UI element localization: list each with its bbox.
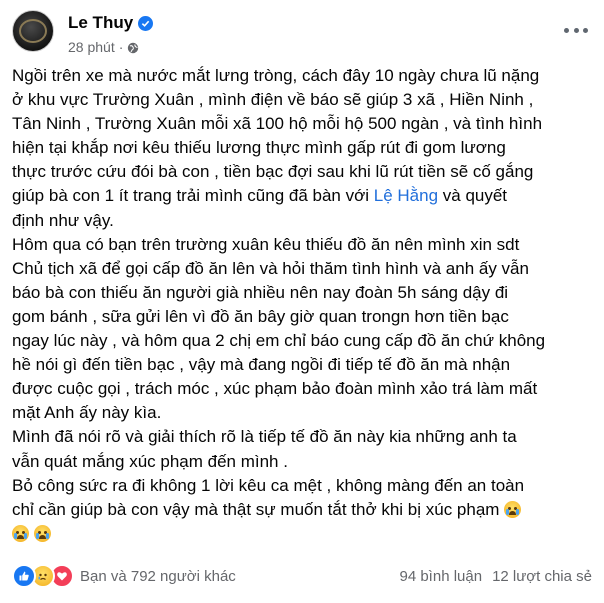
reactions-summary[interactable]: Bạn và 792 người khác — [12, 564, 236, 588]
post-meta: 28 phút · — [68, 38, 139, 56]
author-name[interactable]: Le Thuy — [68, 13, 133, 33]
reactions-count[interactable]: Bạn và 792 người khác — [80, 568, 236, 585]
crying-face-icon — [12, 524, 29, 542]
text-line: ngay lúc này , và hôm qua 2 chị em chỉ b… — [12, 331, 546, 351]
text-line: gom bánh , sữa gửi lên vì đồ ăn bây giờ … — [12, 306, 509, 326]
text-line: thực trước cứu đói bà con , tiền bạc đợi… — [12, 162, 534, 182]
verified-badge-icon — [138, 15, 154, 31]
meta-separator: · — [118, 39, 124, 55]
text-line: báo bà con thiếu ăn người già nhiều nên … — [12, 282, 509, 302]
dot-icon — [573, 27, 579, 33]
text-line: Ngồi trên xe mà nước mắt lưng tròng, các… — [12, 66, 540, 85]
text-line: Chủ tịch xã để gọi cấp đồ ăn lên và hỏi … — [12, 258, 529, 278]
paragraph-1: Ngồi trên xe mà nước mắt lưng tròng, các… — [12, 64, 598, 233]
text-line: và quyết — [438, 186, 508, 206]
comments-count[interactable]: 94 bình luận — [399, 568, 482, 585]
text-line: mặt Anh ấy này kìa. — [12, 403, 162, 423]
post-footer: Bạn và 792 người khác 94 bình luận 12 lư… — [12, 562, 592, 590]
globe-icon[interactable] — [127, 41, 139, 54]
text-line: vẫn quát mắng xúc phạm đến mình . — [12, 451, 288, 471]
text-line: hiện tại khắp nơi kêu thiếu lương thực m… — [12, 138, 506, 158]
more-options-button[interactable] — [564, 22, 588, 38]
shares-count[interactable]: 12 lượt chia sẻ — [492, 568, 592, 585]
crying-face-icon — [33, 524, 51, 542]
text-line: giúp bà con 1 ít trang trải mình cũng đã… — [12, 186, 374, 206]
avatar[interactable] — [12, 10, 54, 52]
text-line: ở khu vực Trường Xuân , mình điện về báo… — [12, 90, 534, 110]
mention-link[interactable]: Lệ Hằng — [374, 186, 438, 205]
paragraph-2: Hôm qua có bạn trên trường xuân kêu thiế… — [12, 233, 598, 426]
text-line: Tân Ninh , Trường Xuân mỗi xã 100 hộ mỗi… — [12, 114, 543, 134]
text-line: định như vậy. — [12, 210, 114, 230]
paragraph-3: Mình đã nói rõ và giải thích rõ là tiếp … — [12, 425, 598, 473]
dot-icon — [564, 27, 569, 33]
post-time[interactable]: 28 phút — [68, 39, 115, 55]
text-line: được cuộc gọi , trách móc , xúc phạm bảo… — [12, 379, 538, 399]
text-line: hề nói gì đến tiền bạc , vậy mà đang ngồ… — [12, 355, 511, 375]
post-header: Le Thuy 28 phút · — [12, 8, 592, 58]
text-line: Bỏ công sức ra đi không 1 lời kêu ca mệt… — [12, 475, 525, 495]
text-line: chỉ cần giúp bà con vậy mà thật sự muốn … — [12, 499, 500, 519]
paragraph-4: Bỏ công sức ra đi không 1 lời kêu ca mệt… — [12, 474, 598, 546]
post-stats: 94 bình luận 12 lượt chia sẻ — [399, 568, 592, 585]
facebook-post: Le Thuy 28 phút · Ngồi trên xe mà nước m… — [0, 0, 604, 603]
post-body: Ngồi trên xe mà nước mắt lưng tròng, các… — [12, 64, 598, 546]
like-icon — [12, 564, 36, 588]
dot-icon — [583, 27, 588, 33]
crying-face-icon — [504, 500, 522, 518]
text-line: Hôm qua có bạn trên trường xuân kêu thiế… — [12, 234, 520, 254]
author-row: Le Thuy — [68, 12, 154, 34]
text-line: Mình đã nói rõ và giải thích rõ là tiếp … — [12, 427, 517, 447]
